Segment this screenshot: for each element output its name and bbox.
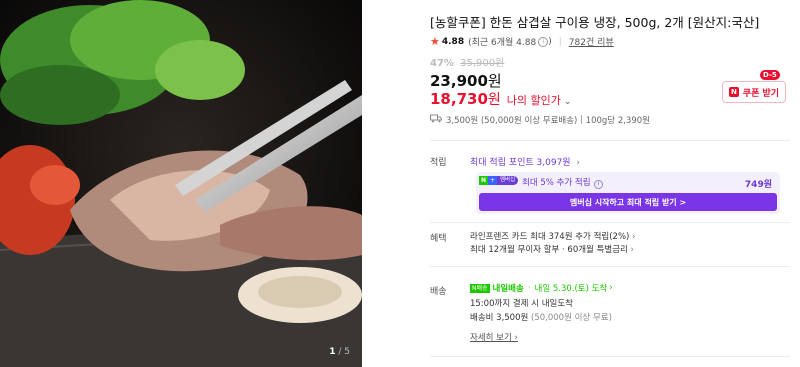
chevron-down-icon[interactable]: ⌄ <box>564 97 572 107</box>
chevron-right-icon: › <box>609 283 613 293</box>
rating-recent: (최근 6개월 4.88 <box>468 38 537 48</box>
unit-price: 100g당 2,390원 <box>585 116 650 126</box>
delivery-type[interactable]: N배송 내일배송 · 내일 5.30.(토) 도착 › <box>470 282 613 294</box>
truck-icon <box>430 114 442 126</box>
membership-box: N + 멤버십 최대 5% 추가 적립 i 749원 멤버십 시작하고 최대 적… <box>476 172 780 214</box>
membership-cta-button[interactable]: 멤버십 시작하고 최대 적립 받기 > <box>479 193 777 211</box>
divider <box>430 140 790 141</box>
coupon-label: 쿠폰 받기 <box>742 88 780 99</box>
shipping-fee: 3,500원 <box>446 116 479 126</box>
chevron-right-icon: › <box>629 232 636 242</box>
membership-plus: + <box>488 176 497 185</box>
discount-row: 47% 35,900원 <box>430 54 504 69</box>
benefits-label: 혜택 <box>430 234 447 244</box>
product-info-panel: [농할쿠폰] 한돈 삼겹살 구이용 냉장, 500g, 2개 [원산지:국산] … <box>430 0 790 367</box>
coupon-dday-badge: D-5 <box>760 70 780 80</box>
max-points-link[interactable]: 최대 적립 포인트 3,097원 › <box>470 155 580 168</box>
star-icon: ★ <box>430 35 440 48</box>
sale-price-unit: 원 <box>487 72 502 90</box>
sale-price-value: 23,900 <box>430 72 488 90</box>
divider <box>430 266 790 267</box>
card-benefit[interactable]: 라인프렌즈 카드 최대 374원 추가 적립(2%) › <box>470 230 635 242</box>
rating-score: 4.88 <box>441 36 465 47</box>
max-points-text: 최대 적립 포인트 3,097원 <box>470 158 571 168</box>
image-counter-current: 1 <box>329 347 336 357</box>
product-image[interactable]: 1 / 5 <box>0 0 362 367</box>
delivery-type-text: 내일배송 <box>492 284 524 294</box>
shipping-summary: 3,500원 (50,000원 이상 무료배송) | 100g당 2,390원 <box>430 114 650 126</box>
product-title: [농할쿠폰] 한돈 삼겹살 구이용 냉장, 500g, 2개 [원산지:국산] <box>430 15 760 30</box>
points-label: 적립 <box>430 158 447 168</box>
image-counter: 1 / 5 <box>329 347 350 357</box>
card-benefit-text: 라인프렌즈 카드 최대 374원 추가 적립(2%) <box>470 232 630 242</box>
installment-benefit[interactable]: 최대 12개월 무이자 할부 · 60개월 특별금리 › <box>470 243 634 255</box>
chevron-right-icon: › <box>627 245 634 255</box>
grilled-pork-photo <box>0 0 362 367</box>
rating-row: ★ 4.88 (최근 6개월 4.88 i ) | 782건 리뷰 <box>430 35 614 48</box>
divider <box>430 356 790 357</box>
my-price-unit: 원 <box>487 92 501 108</box>
rating-recent-close: ) <box>548 36 552 47</box>
image-counter-total: 5 <box>344 347 350 357</box>
extra-points: 최대 5% 추가 적립 i <box>522 176 604 189</box>
membership-n: N <box>479 176 488 185</box>
extra-points-text: 최대 5% 추가 적립 <box>522 178 591 188</box>
delivery-fee-condition: (50,000원 이상 무료) <box>531 313 612 323</box>
discount-percent: 47% <box>430 58 454 69</box>
original-price: 35,900원 <box>460 58 505 69</box>
delivery-fee: 배송비 3,500원 (50,000원 이상 무료) <box>470 311 612 323</box>
coupon-button[interactable]: N 쿠폰 받기 <box>722 81 786 103</box>
delivery-cutoff: 15:00까지 결제 시 내일도착 <box>470 299 573 309</box>
more-details-text: 자세히 보기 <box>470 333 512 343</box>
delivery-tag: N배송 <box>470 283 490 293</box>
installment-text: 최대 12개월 무이자 할부 · 60개월 특별금리 <box>470 245 628 255</box>
info-icon[interactable]: i <box>594 180 604 189</box>
my-price-value: 18,730 <box>430 90 488 108</box>
info-icon[interactable]: i <box>538 36 549 47</box>
delivery-fee-text: 배송비 3,500원 <box>470 313 529 323</box>
sale-price: 23,900원 <box>430 70 502 91</box>
more-details-link[interactable]: 자세히 보기 › <box>470 331 518 343</box>
my-discount-price[interactable]: 18,730 원 나의 할인가 ⌄ <box>430 89 571 109</box>
my-price-label: 나의 할인가 <box>506 94 561 107</box>
shipping-condition: (50,000원 이상 무료배송) <box>480 116 578 126</box>
review-count-link[interactable]: 782건 리뷰 <box>569 35 614 48</box>
membership-text: 멤버십 <box>497 176 519 185</box>
delivery-date: 내일 5.30.(토) 도착 <box>534 284 608 294</box>
extra-points-amount: 749원 <box>744 180 772 190</box>
divider <box>430 222 790 223</box>
delivery-label: 배송 <box>430 287 447 297</box>
chevron-right-icon: › <box>573 158 580 168</box>
membership-badge: N + 멤버십 <box>479 176 519 185</box>
coupon-icon: N <box>728 87 739 97</box>
